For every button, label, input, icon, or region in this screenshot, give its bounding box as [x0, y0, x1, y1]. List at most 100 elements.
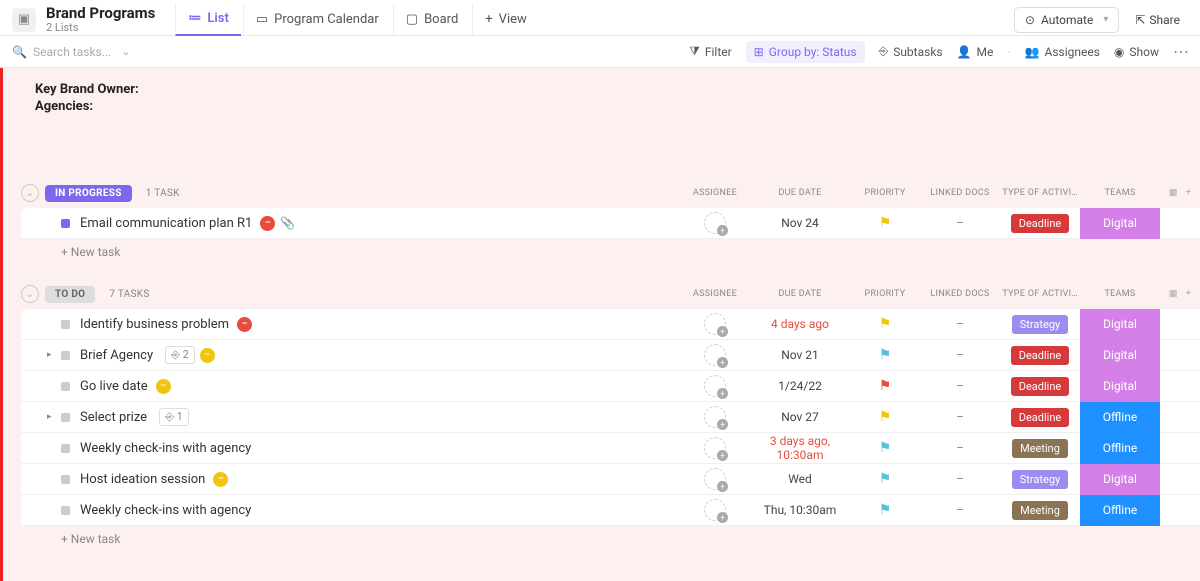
subtask-indicator[interactable]: ⎆ 2 — [165, 346, 195, 364]
priority-cell[interactable]: ⚑ — [850, 471, 920, 487]
task-row[interactable]: Identify business problem – 4 days ago ⚑… — [21, 309, 1200, 340]
tag-dot-icon[interactable]: – — [156, 379, 171, 394]
new-task-button[interactable]: + New task — [21, 526, 1200, 552]
expand-arrow-icon[interactable]: ▸ — [47, 412, 59, 422]
expand-arrow-icon[interactable]: ▸ — [47, 350, 59, 360]
add-assignee-icon[interactable] — [704, 406, 726, 428]
assignee-cell[interactable] — [680, 468, 750, 490]
subtask-indicator[interactable]: ⎆ 1 — [159, 408, 189, 426]
type-cell[interactable]: Strategy — [1000, 470, 1080, 489]
linked-docs-cell[interactable]: – — [920, 317, 1000, 331]
filter-button[interactable]: ⧩Filter — [689, 44, 732, 59]
due-date-cell[interactable]: Thu, 10:30am — [750, 503, 850, 517]
team-cell[interactable]: Digital — [1080, 371, 1160, 402]
team-cell[interactable]: Digital — [1080, 464, 1160, 495]
add-column-icon[interactable]: + — [1186, 289, 1191, 299]
task-status-square[interactable] — [61, 320, 70, 329]
due-date-cell[interactable]: Wed — [750, 472, 850, 486]
more-button[interactable]: ⋯ — [1173, 42, 1188, 61]
priority-cell[interactable]: ⚑ — [850, 316, 920, 332]
add-assignee-icon[interactable] — [704, 437, 726, 459]
show-button[interactable]: ◉Show — [1114, 45, 1159, 59]
add-assignee-icon[interactable] — [704, 344, 726, 366]
task-status-square[interactable] — [61, 506, 70, 515]
type-cell[interactable]: Deadline — [1000, 377, 1080, 396]
due-date-cell[interactable]: Nov 21 — [750, 348, 850, 362]
task-status-square[interactable] — [61, 219, 70, 228]
add-assignee-icon[interactable] — [704, 375, 726, 397]
subtasks-button[interactable]: ⎆Subtasks — [879, 44, 943, 59]
task-row[interactable]: ▸ Select prize ⎆ 1 Nov 27 ⚑ – Deadline O… — [21, 402, 1200, 433]
team-cell[interactable]: Offline — [1080, 433, 1160, 464]
add-assignee-icon[interactable] — [704, 499, 726, 521]
task-row[interactable]: Weekly check-ins with agency 3 days ago,… — [21, 433, 1200, 464]
due-date-cell[interactable]: Nov 27 — [750, 410, 850, 424]
assignee-cell[interactable] — [680, 499, 750, 521]
tab-add-view[interactable]: + View — [472, 4, 539, 35]
task-row[interactable]: Go live date – 1/24/22 ⚑ – Deadline Digi… — [21, 371, 1200, 402]
assignees-button[interactable]: 👥Assignees — [1025, 45, 1100, 59]
me-button[interactable]: 👤Me — [957, 45, 994, 59]
type-cell[interactable]: Deadline — [1000, 346, 1080, 365]
linked-docs-cell[interactable]: – — [920, 503, 1000, 517]
tag-dot-icon[interactable]: – — [213, 472, 228, 487]
team-cell[interactable]: Digital — [1080, 208, 1160, 239]
tab-board[interactable]: ▢ Board — [393, 4, 471, 35]
linked-docs-cell[interactable]: – — [920, 472, 1000, 486]
grid-icon[interactable]: ▦ — [1169, 188, 1178, 198]
due-date-cell[interactable]: 4 days ago — [750, 317, 850, 331]
status-badge[interactable]: TO DO — [45, 286, 95, 303]
due-date-cell[interactable]: 1/24/22 — [750, 379, 850, 393]
priority-cell[interactable]: ⚑ — [850, 347, 920, 363]
assignee-cell[interactable] — [680, 344, 750, 366]
add-column-icon[interactable]: + — [1186, 188, 1191, 198]
tab-program-calendar[interactable]: ▭ Program Calendar — [243, 4, 391, 35]
attachment-icon[interactable]: 📎 — [280, 216, 295, 230]
due-date-cell[interactable]: Nov 24 — [750, 216, 850, 230]
add-assignee-icon[interactable] — [704, 313, 726, 335]
collapse-icon[interactable]: ⌄ — [21, 285, 39, 303]
add-assignee-icon[interactable] — [704, 468, 726, 490]
type-cell[interactable]: Strategy — [1000, 315, 1080, 334]
task-row[interactable]: ▸ Brief Agency ⎆ 2 – Nov 21 ⚑ – Deadline… — [21, 340, 1200, 371]
status-badge[interactable]: IN PROGRESS — [45, 185, 132, 202]
assignee-cell[interactable] — [680, 313, 750, 335]
due-date-cell[interactable]: 3 days ago, 10:30am — [750, 434, 850, 462]
team-cell[interactable]: Offline — [1080, 495, 1160, 526]
type-cell[interactable]: Deadline — [1000, 214, 1080, 233]
add-assignee-icon[interactable] — [704, 212, 726, 234]
search-input[interactable]: 🔍 Search tasks... ⌄ — [12, 45, 172, 59]
type-cell[interactable]: Meeting — [1000, 501, 1080, 520]
assignee-cell[interactable] — [680, 212, 750, 234]
linked-docs-cell[interactable]: – — [920, 379, 1000, 393]
type-cell[interactable]: Deadline — [1000, 408, 1080, 427]
tag-dot-icon[interactable]: – — [260, 216, 275, 231]
priority-cell[interactable]: ⚑ — [850, 215, 920, 231]
linked-docs-cell[interactable]: – — [920, 441, 1000, 455]
priority-cell[interactable]: ⚑ — [850, 378, 920, 394]
tab-list[interactable]: ≔ List — [175, 3, 240, 36]
linked-docs-cell[interactable]: – — [920, 410, 1000, 424]
team-cell[interactable]: Offline — [1080, 402, 1160, 433]
assignee-cell[interactable] — [680, 406, 750, 428]
tag-dot-icon[interactable]: – — [200, 348, 215, 363]
task-status-square[interactable] — [61, 475, 70, 484]
collapse-icon[interactable]: ⌄ — [21, 184, 39, 202]
tag-dot-icon[interactable]: – — [237, 317, 252, 332]
grid-icon[interactable]: ▦ — [1169, 289, 1178, 299]
automate-button[interactable]: ⊙ Automate ▾ — [1014, 7, 1119, 33]
share-button[interactable]: ⇱ Share — [1127, 8, 1188, 32]
priority-cell[interactable]: ⚑ — [850, 409, 920, 425]
new-task-button[interactable]: + New task — [21, 239, 1200, 265]
task-row[interactable]: Email communication plan R1 – 📎 Nov 24 ⚑… — [21, 208, 1200, 239]
team-cell[interactable]: Digital — [1080, 309, 1160, 340]
folder-icon[interactable]: ▣ — [12, 8, 36, 32]
priority-cell[interactable]: ⚑ — [850, 502, 920, 518]
chevron-down-icon[interactable]: ⌄ — [121, 45, 130, 58]
assignee-cell[interactable] — [680, 375, 750, 397]
linked-docs-cell[interactable]: – — [920, 216, 1000, 230]
team-cell[interactable]: Digital — [1080, 340, 1160, 371]
task-status-square[interactable] — [61, 382, 70, 391]
type-cell[interactable]: Meeting — [1000, 439, 1080, 458]
group-by-button[interactable]: ⊞Group by: Status — [746, 41, 865, 63]
